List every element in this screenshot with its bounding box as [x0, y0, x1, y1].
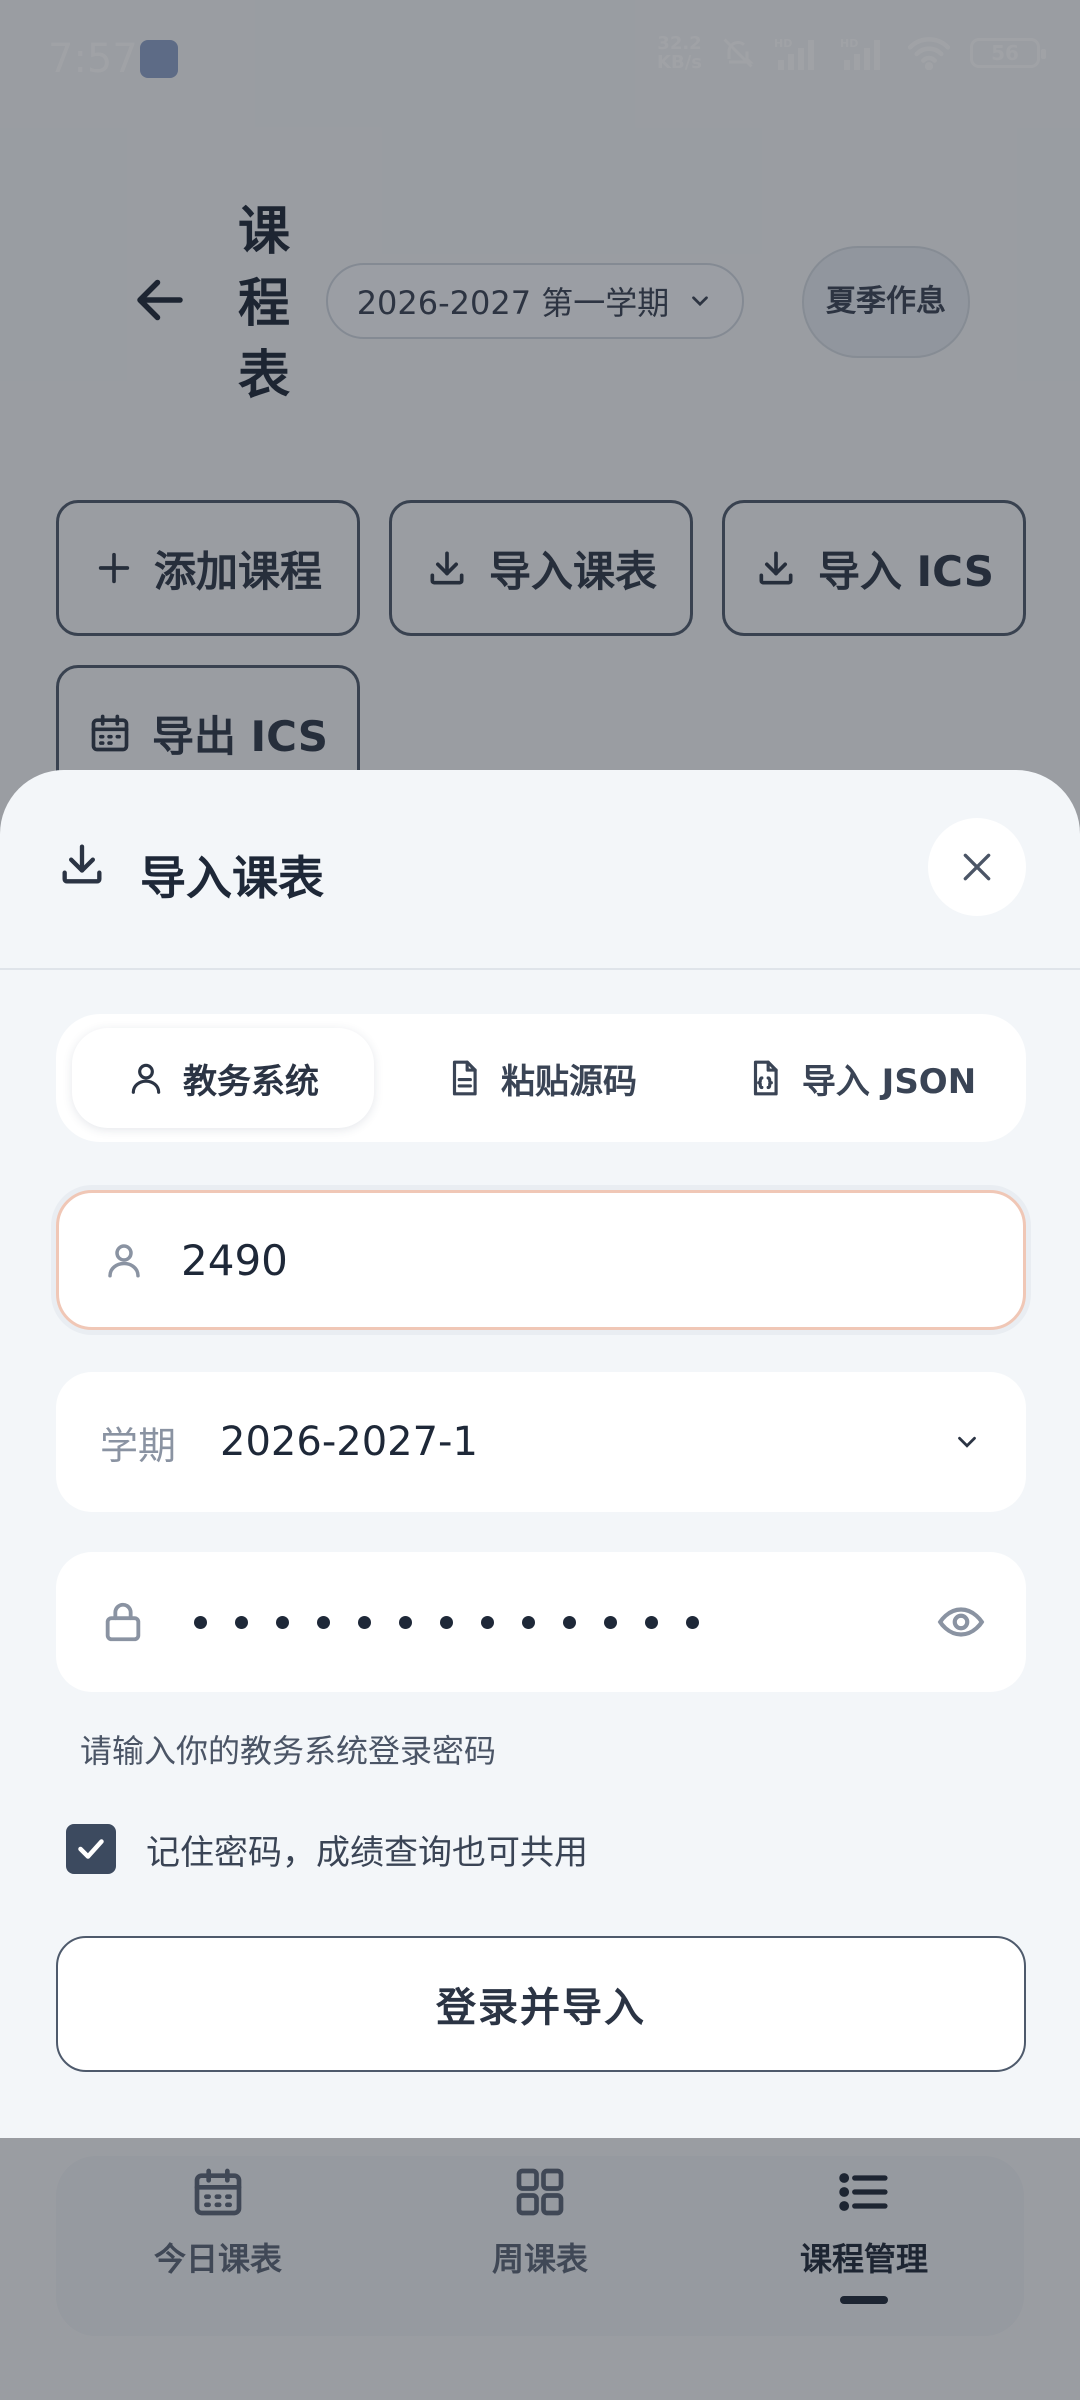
tab-import-json[interactable]: 导入 JSON: [706, 1028, 1016, 1128]
term-label: 学期: [100, 1423, 177, 1468]
username-field[interactable]: 2490: [56, 1190, 1026, 1330]
remember-password-row[interactable]: 记住密码，成绩查询也可共用: [66, 1824, 588, 1874]
term-dropdown[interactable]: 学期 2026-2027-1: [56, 1372, 1026, 1512]
password-dot: [358, 1615, 371, 1629]
check-icon: [78, 1839, 104, 1859]
tab-paste-source-label: 粘贴源码: [501, 1061, 637, 1102]
password-dot: [686, 1615, 699, 1629]
remember-password-label: 记住密码，成绩查询也可共用: [146, 1832, 588, 1873]
tab-paste-source[interactable]: 粘贴源码: [386, 1028, 696, 1128]
password-dot: [563, 1615, 576, 1629]
password-input[interactable]: [194, 1615, 936, 1629]
sheet-divider: [0, 968, 1080, 970]
password-dot: [440, 1615, 453, 1629]
password-dot: [604, 1615, 617, 1629]
document-icon: [452, 1060, 477, 1096]
lock-icon: [105, 1602, 141, 1642]
sheet-header: 导入课表: [0, 770, 1080, 970]
import-schedule-sheet: 导入课表 教务系统 粘贴源码 导入 JSON 2490 学期 2026-2027…: [0, 770, 1080, 2138]
person-icon: [108, 1244, 140, 1278]
eye-icon[interactable]: [936, 1597, 986, 1647]
username-input[interactable]: 2490: [181, 1236, 288, 1285]
download-icon: [62, 844, 102, 884]
close-button[interactable]: [928, 818, 1026, 916]
term-value: 2026-2027-1: [220, 1419, 478, 1465]
login-and-import-button[interactable]: 登录并导入: [56, 1936, 1026, 2072]
password-dot: [522, 1615, 535, 1629]
tab-import-json-label: 导入 JSON: [801, 1061, 977, 1102]
chevron-down-icon: [958, 1436, 976, 1448]
password-helper-text: 请输入你的教务系统登录密码: [80, 1732, 497, 1770]
sheet-title: 导入课表: [140, 851, 324, 905]
json-file-icon: [753, 1060, 778, 1096]
person-icon: [131, 1063, 161, 1094]
password-dot: [399, 1615, 412, 1629]
password-dot: [645, 1615, 658, 1629]
close-icon: [963, 853, 991, 881]
password-dot: [194, 1615, 207, 1629]
password-dot: [276, 1615, 289, 1629]
remember-password-checkbox[interactable]: [66, 1824, 116, 1874]
password-dot: [481, 1615, 494, 1629]
password-dot: [317, 1615, 330, 1629]
tab-academic-system-label: 教务系统: [183, 1061, 319, 1102]
tab-academic-system[interactable]: 教务系统: [72, 1028, 374, 1128]
import-method-tabs: 教务系统 粘贴源码 导入 JSON: [56, 1014, 1026, 1142]
password-field[interactable]: [56, 1552, 1026, 1692]
password-dot: [235, 1615, 248, 1629]
